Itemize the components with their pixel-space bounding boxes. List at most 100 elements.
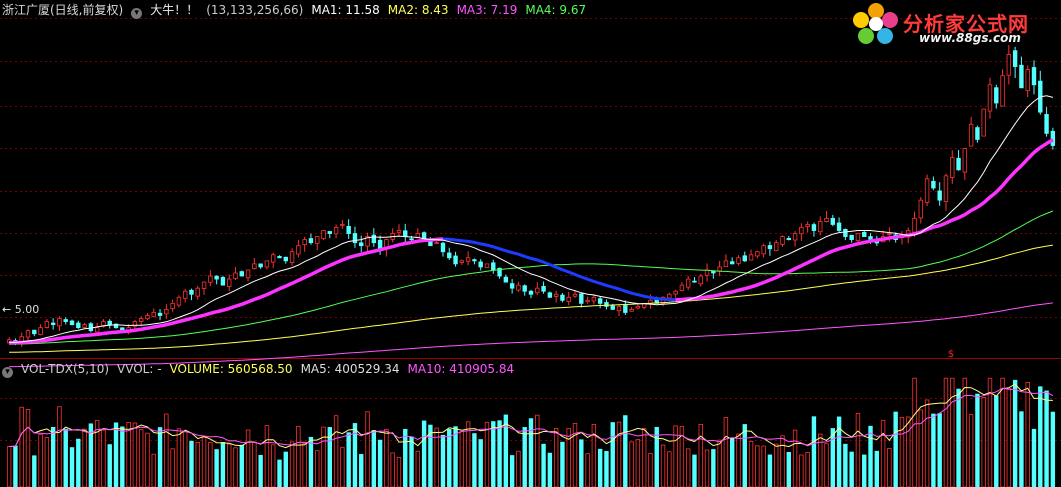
candle-body (830, 217, 835, 225)
candle-body (208, 275, 213, 283)
indicator-line-rising (367, 249, 375, 255)
candle-body (981, 108, 986, 137)
volume-bar (415, 450, 421, 487)
indicator-line-rising (147, 325, 155, 330)
candle-body (252, 263, 257, 269)
candle-body (138, 318, 144, 322)
candle-body (38, 327, 43, 335)
candle-body (151, 312, 156, 317)
candle-body (189, 289, 194, 295)
candle-body (874, 241, 880, 244)
indicator-line-rising (373, 248, 381, 253)
candle-body (950, 157, 955, 178)
indicator-line-rising (404, 240, 412, 246)
candle-body (1000, 75, 1005, 107)
volume-bar (497, 420, 502, 487)
volume-bar (811, 416, 817, 487)
volume-bar (874, 450, 880, 487)
volume-bar (365, 411, 370, 487)
volume-bar (635, 439, 641, 487)
volume-bar (805, 452, 810, 487)
volume-bar (396, 456, 402, 487)
candle-body (491, 262, 496, 271)
signal-marker: $ (948, 349, 954, 360)
indicator-line-rising (184, 316, 192, 322)
candle-body (327, 231, 333, 234)
volume-bar (1006, 388, 1012, 487)
indicator-line-rising (800, 261, 809, 268)
indicator-line-rising (939, 221, 947, 228)
candle-body (352, 233, 358, 244)
indicator-line-rising (1039, 142, 1048, 150)
indicator-line-rising (78, 333, 85, 338)
candle-body (459, 260, 465, 263)
volume-bar (849, 451, 854, 487)
indicator-line-rising (310, 269, 319, 277)
vol-menu-icon[interactable]: ▾ (2, 367, 13, 378)
candle-body (667, 293, 672, 299)
candle-body (484, 263, 490, 269)
volume-bar (1031, 428, 1037, 487)
indicator-line-rising (775, 272, 784, 280)
volume-bar (145, 432, 150, 487)
volume-bar (333, 415, 339, 487)
volume-bar (19, 406, 24, 487)
candle-body (403, 230, 408, 237)
candle-body (107, 320, 112, 326)
volume-bar (585, 453, 590, 487)
candle-body (32, 329, 37, 335)
candle-body (145, 315, 150, 320)
volume-bar (918, 409, 924, 487)
volume-bar (472, 433, 477, 487)
indicator-line-rising (681, 297, 689, 302)
candle-body (843, 228, 848, 237)
candle-body (1025, 69, 1030, 92)
indicator-line-rising (90, 332, 98, 337)
candle-body (409, 238, 414, 241)
indicator-name: 大牛！！ (150, 3, 199, 17)
volume-bar (283, 451, 288, 487)
volume-bar (239, 444, 244, 487)
volume-bar (302, 443, 307, 487)
ma2-value: MA2: 8.43 (387, 3, 449, 17)
volume-bar (774, 443, 779, 487)
candle-body (220, 277, 226, 286)
volume-bar (887, 448, 892, 487)
volume-bar (44, 437, 50, 487)
volume-bar (214, 449, 219, 487)
volume-bar (654, 426, 659, 487)
indicator-line-rising (234, 302, 243, 308)
volume-bar (390, 452, 395, 487)
indicator-line-rising (348, 254, 356, 260)
candle-body (673, 290, 678, 295)
volume-bar (799, 454, 804, 487)
volume-bar (667, 451, 672, 487)
volume-bar (170, 448, 175, 487)
candle-body (283, 256, 288, 262)
candle-body (88, 323, 94, 332)
volume-bar (736, 433, 741, 487)
volume-bar (126, 422, 131, 487)
candle-body (377, 239, 383, 250)
indicator-line-rising (1013, 164, 1023, 173)
volume-bar (610, 422, 615, 487)
volume-header: ▾ VOL-TDX(5,10) VVOL: - VOLUME: 560568.50 MA… (2, 362, 522, 378)
indicator-line-rising (297, 275, 306, 282)
candle-body (541, 286, 546, 292)
candle-body (786, 238, 791, 241)
candle-body (50, 322, 56, 326)
indicator-line-rising (694, 296, 701, 301)
candle-body (302, 239, 307, 245)
indicator-menu-icon[interactable]: ▾ (131, 8, 143, 19)
candle-body (824, 217, 829, 222)
indicator-line-rising (165, 321, 174, 327)
volume-bar (371, 430, 377, 487)
candle-body (277, 256, 282, 259)
indicator-line-rising (889, 235, 896, 240)
candle-body (679, 284, 685, 291)
volume-value: VOLUME: 560568.50 (169, 362, 293, 376)
indicator-line-rising (335, 258, 344, 265)
volume-bar (641, 428, 647, 487)
indicator-line-rising (411, 239, 419, 245)
indicator-line-rising (392, 243, 400, 249)
